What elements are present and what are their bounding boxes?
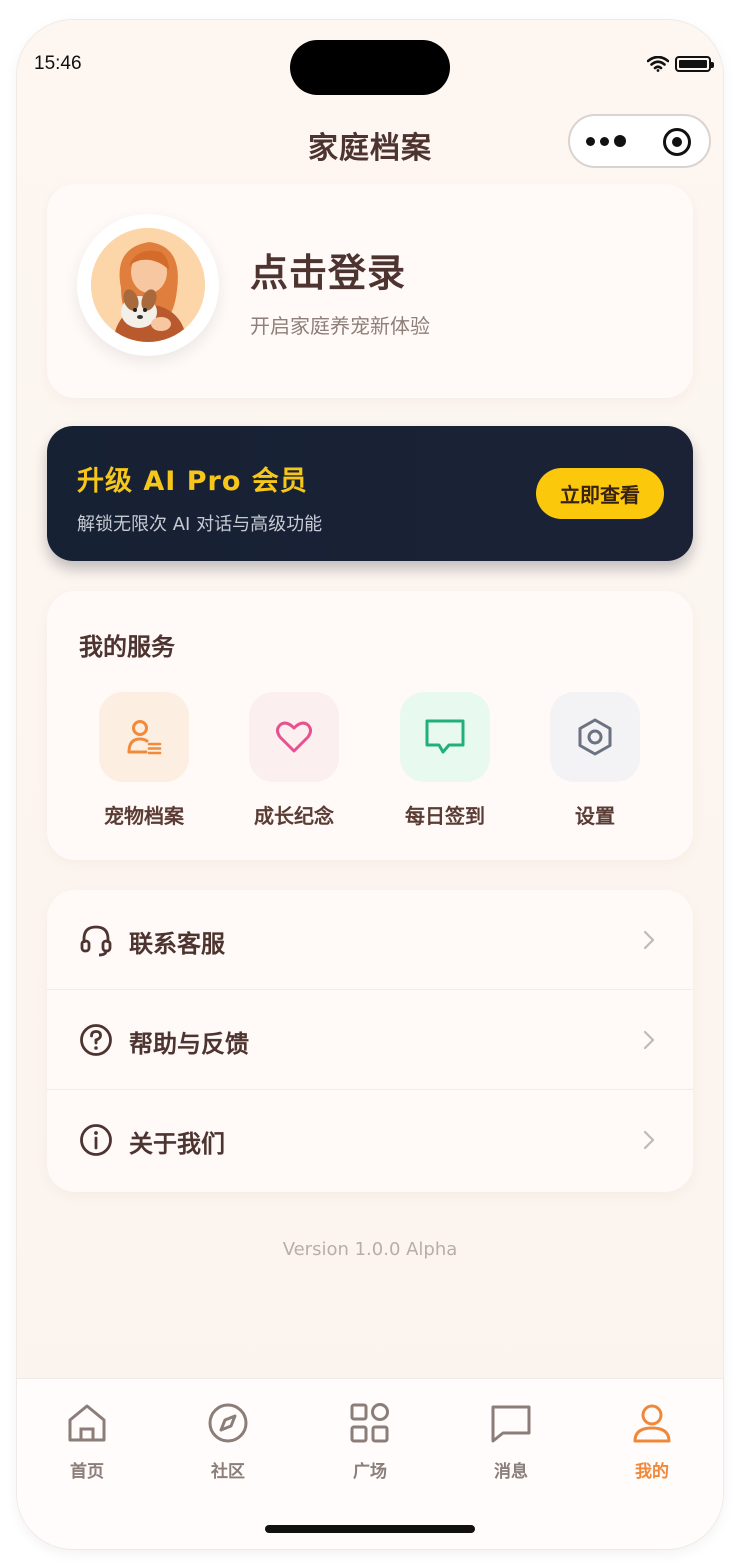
status-icons	[647, 56, 714, 72]
chevron-right-icon	[643, 1030, 655, 1050]
pro-membership-banner[interactable]: 升级 AI Pro 会员 解锁无限次 AI 对话与高级功能 立即查看	[47, 426, 693, 561]
login-title[interactable]: 点击登录	[250, 242, 406, 297]
menu-item-help-feedback[interactable]: 帮助与反馈	[47, 990, 693, 1090]
apps-grid-icon	[350, 1403, 389, 1443]
battery-icon	[675, 56, 714, 72]
help-circle-icon	[80, 1024, 112, 1056]
home-icon	[68, 1404, 106, 1442]
service-pet-profile[interactable]: 宠物档案	[84, 692, 204, 829]
chevron-right-icon	[643, 930, 655, 950]
tab-label: 消息	[494, 1462, 528, 1482]
mini-program-capsule[interactable]	[568, 114, 711, 168]
tab-label: 首页	[70, 1462, 104, 1482]
pro-banner-title: 升级 AI Pro 会员	[77, 466, 308, 497]
phone-screen: 15:46 家庭档案 点击登录 开启家庭养宠新体验 升级 AI Pro 会员 解…	[17, 20, 723, 1549]
hexagon-settings-icon	[578, 718, 612, 756]
login-subtitle: 开启家庭养宠新体验	[250, 314, 430, 338]
services-title: 我的服务	[79, 633, 175, 661]
tab-label: 我的	[635, 1462, 669, 1482]
menu-item-contact-support[interactable]: 联系客服	[47, 890, 693, 990]
my-services-card: 我的服务 宠物档案 成长纪念 每日签到 设置	[47, 591, 693, 860]
info-circle-icon	[80, 1124, 112, 1156]
menu-list: 联系客服 帮助与反馈 关于我们	[47, 890, 693, 1192]
service-daily-checkin[interactable]: 每日签到	[385, 692, 505, 829]
pet-profile-icon	[127, 720, 162, 755]
home-indicator	[265, 1525, 475, 1533]
view-now-button[interactable]: 立即查看	[536, 468, 664, 519]
compass-icon	[208, 1403, 248, 1443]
avatar-illustration-icon	[91, 228, 205, 342]
menu-item-label: 联系客服	[129, 930, 225, 958]
pro-banner-subtitle: 解锁无限次 AI 对话与高级功能	[77, 514, 323, 535]
menu-item-about-us[interactable]: 关于我们	[47, 1090, 693, 1190]
service-tile[interactable]	[400, 692, 490, 782]
service-settings[interactable]: 设置	[535, 692, 655, 829]
tab-label: 社区	[211, 1462, 245, 1482]
service-tile[interactable]	[99, 692, 189, 782]
tab-bar: 首页 社区 广场 消息 我的	[17, 1378, 723, 1549]
headset-icon	[80, 925, 112, 957]
dynamic-island	[290, 40, 450, 95]
tab-label: 广场	[353, 1462, 387, 1482]
status-time: 15:46	[34, 53, 82, 74]
tab-mine[interactable]: 我的	[592, 1401, 712, 1482]
tab-plaza[interactable]: 广场	[310, 1401, 430, 1482]
tab-home[interactable]: 首页	[27, 1401, 147, 1482]
tab-messages[interactable]: 消息	[451, 1401, 571, 1482]
close-mini-program-icon[interactable]	[663, 128, 691, 156]
service-tile[interactable]	[249, 692, 339, 782]
message-square-icon	[425, 719, 465, 754]
avatar[interactable]	[77, 214, 219, 356]
service-tile[interactable]	[550, 692, 640, 782]
login-card[interactable]: 点击登录 开启家庭养宠新体验	[47, 184, 693, 398]
menu-item-label: 帮助与反馈	[129, 1030, 249, 1058]
service-growth-memory[interactable]: 成长纪念	[234, 692, 354, 829]
tab-community[interactable]: 社区	[168, 1401, 288, 1482]
service-label: 成长纪念	[254, 804, 334, 828]
service-label: 设置	[575, 804, 615, 828]
user-icon	[633, 1404, 671, 1443]
service-label: 宠物档案	[104, 804, 184, 828]
chat-icon	[491, 1405, 531, 1443]
chevron-right-icon	[643, 1130, 655, 1150]
menu-item-label: 关于我们	[129, 1130, 225, 1158]
service-label: 每日签到	[405, 804, 485, 828]
more-icon[interactable]	[586, 135, 626, 147]
version-text: Version 1.0.0 Alpha	[282, 1239, 458, 1260]
wifi-icon	[647, 56, 669, 72]
heart-icon	[276, 721, 312, 753]
